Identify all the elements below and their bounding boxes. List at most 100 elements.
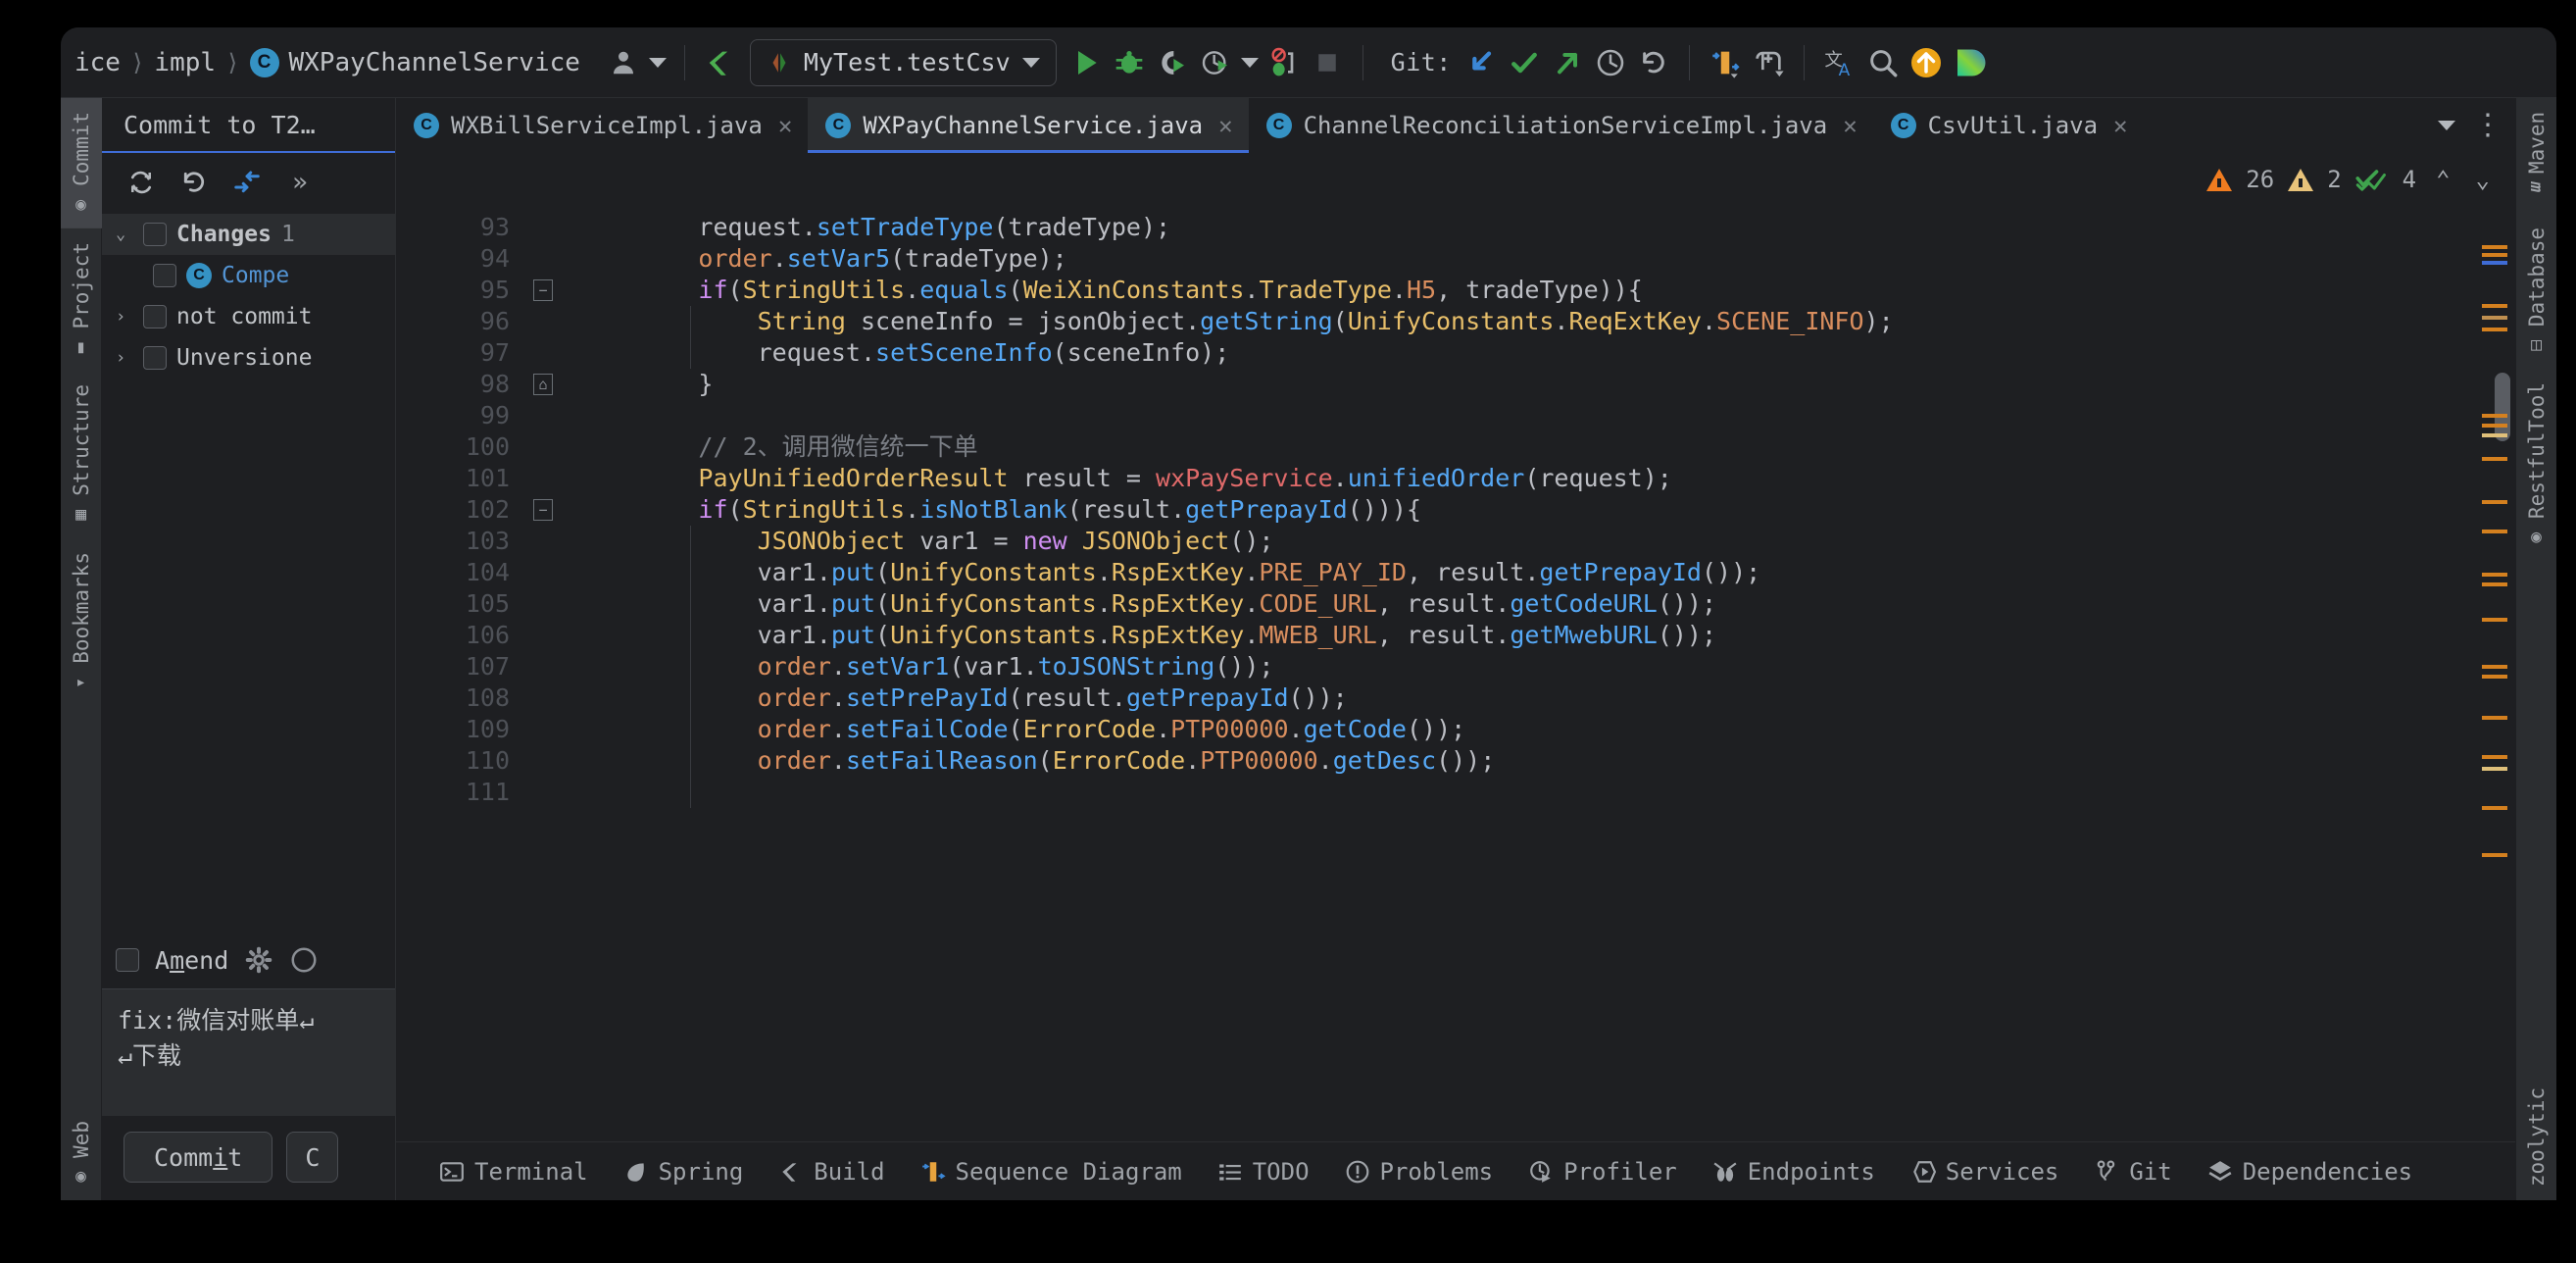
breadcrumb-segment-1[interactable]: impl (154, 48, 216, 77)
close-icon[interactable]: ✕ (2113, 112, 2127, 139)
error-stripe-mark[interactable] (2482, 457, 2507, 461)
sidebar-item-commit[interactable]: ◉ Commit (61, 98, 102, 228)
error-stripe-mark[interactable] (2482, 618, 2507, 622)
chevron-right-icon[interactable]: › (116, 307, 133, 327)
debug-icon[interactable] (1108, 41, 1151, 84)
status-bar-item-spring[interactable]: Spring (606, 1158, 762, 1186)
checkbox[interactable] (143, 305, 167, 328)
error-stripe-mark[interactable] (2482, 573, 2507, 577)
debug-mute-icon[interactable] (1263, 41, 1306, 84)
search-icon[interactable] (1861, 41, 1905, 84)
sidebar-item-structure[interactable]: ▦ Structure (61, 371, 102, 538)
error-stripe-mark[interactable] (2482, 424, 2507, 428)
checkbox[interactable] (143, 346, 167, 370)
collapse-all-icon[interactable] (229, 165, 265, 200)
amend-checkbox[interactable] (116, 948, 139, 972)
git-history-icon[interactable] (1589, 41, 1632, 84)
close-icon[interactable]: ✕ (778, 112, 792, 139)
code-line[interactable]: } (567, 369, 2476, 400)
run-coverage-icon[interactable] (1151, 41, 1194, 84)
status-bar-item-problems[interactable]: Problems (1327, 1158, 1511, 1186)
git-revert-icon[interactable] (1632, 41, 1675, 84)
code-line[interactable]: order.setVar1(var1.toJSONString()); (567, 651, 2476, 682)
error-stripe-mark[interactable] (2482, 530, 2507, 533)
sidebar-item-database[interactable]: ◫ Database (2516, 214, 2557, 369)
fold-marker-icon[interactable]: ⌂ (533, 374, 553, 395)
code-line[interactable]: order.setPrePayId(result.getPrepayId()); (567, 682, 2476, 714)
chevron-right-icon[interactable]: › (116, 348, 133, 368)
editor-tab-wxpaychannelservice[interactable]: C WXPayChannelService.java ✕ (808, 98, 1249, 153)
status-bar-item-profiler[interactable]: Profiler (1511, 1158, 1695, 1186)
error-stripe-mark[interactable] (2482, 316, 2507, 320)
profiler-icon[interactable] (1194, 41, 1237, 84)
help-icon[interactable] (289, 945, 319, 975)
chevron-down-icon[interactable] (1237, 41, 1263, 84)
chevron-down-icon[interactable] (2429, 108, 2464, 143)
status-bar-item-build[interactable]: Build (761, 1158, 902, 1186)
error-stripe-mark[interactable] (2482, 253, 2507, 257)
git-commit-icon[interactable] (1503, 41, 1546, 84)
editor-tab-wxbillserviceimpl[interactable]: C WXBillServiceImpl.java ✕ (396, 98, 808, 153)
editor-tab-channelreconciliationserviceimpl[interactable]: C ChannelReconciliationServiceImpl.java … (1249, 98, 1873, 153)
ai-assistant-icon[interactable] (1948, 41, 1991, 84)
profile-icon[interactable] (602, 41, 645, 84)
code-line[interactable]: JSONObject var1 = new JSONObject(); (567, 526, 2476, 557)
status-bar-item-todo[interactable]: TODO (1200, 1158, 1327, 1186)
commit-and-push-button[interactable]: C (286, 1132, 339, 1183)
commit-message-input[interactable]: fix:微信对账单↵ ↵下载 (102, 988, 395, 1116)
error-stripe-mark[interactable] (2482, 755, 2507, 759)
sidebar-item-web[interactable]: ◉ Web (61, 1107, 102, 1200)
inspection-widget[interactable]: 26 2 4 ⌃ ⌄ (396, 153, 2515, 206)
checkbox[interactable] (153, 264, 176, 287)
code-line[interactable]: order.setVar5(tradeType); (567, 243, 2476, 275)
checkbox[interactable] (143, 223, 167, 246)
error-stripe-mark[interactable] (2482, 767, 2507, 771)
more-icon[interactable]: » (282, 165, 318, 200)
tree-node-unversioned[interactable]: › Unversione (102, 337, 395, 379)
code-line[interactable]: order.setFailReason(ErrorCode.PTP00000.g… (567, 745, 2476, 777)
code-line[interactable]: PayUnifiedOrderResult result = wxPayServ… (567, 463, 2476, 494)
breadcrumb[interactable]: ice ⟩ impl ⟩ C WXPayChannelService (65, 47, 580, 77)
next-problem-button[interactable]: ⌄ (2470, 166, 2496, 193)
tree-node-changes[interactable]: ⌄ Changes 1 (102, 214, 395, 255)
status-bar-item-services[interactable]: Services (1893, 1158, 2077, 1186)
tree-node-not-committed[interactable]: › not commit (102, 296, 395, 337)
refresh-icon[interactable] (124, 165, 159, 200)
close-icon[interactable]: ✕ (1843, 112, 1857, 139)
error-stripe-mark[interactable] (2482, 582, 2507, 586)
code-line[interactable]: // 2、调用微信统一下单 (567, 431, 2476, 463)
error-stripe-mark[interactable] (2482, 806, 2507, 810)
breadcrumb-segment-0[interactable]: ice (74, 48, 121, 77)
status-bar-item-terminal[interactable]: Terminal (421, 1158, 606, 1186)
branch-icon[interactable] (1704, 41, 1747, 84)
breadcrumb-segment-2[interactable]: WXPayChannelService (289, 48, 580, 77)
error-stripe-mark[interactable] (2482, 675, 2507, 679)
git-update-icon[interactable] (1460, 41, 1503, 84)
run-configuration-selector[interactable]: MyTest.testCsv (749, 38, 1057, 86)
sidebar-item-maven[interactable]: m Maven (2516, 98, 2557, 214)
error-stripe-mark[interactable] (2482, 853, 2507, 857)
build-icon[interactable] (699, 41, 742, 84)
close-icon[interactable]: ✕ (1218, 112, 1232, 139)
gear-icon[interactable] (244, 945, 273, 975)
error-stripe-mark[interactable] (2482, 433, 2507, 437)
code-line[interactable]: order.setFailCode(ErrorCode.PTP00000.get… (567, 714, 2476, 745)
previous-problem-button[interactable]: ⌃ (2430, 166, 2455, 193)
code-line[interactable] (567, 777, 2476, 808)
code-line[interactable]: if(StringUtils.isNotBlank(result.getPrep… (567, 494, 2476, 526)
rollback-icon[interactable] (176, 165, 212, 200)
error-stripe-mark[interactable] (2482, 328, 2507, 331)
fold-marker-icon[interactable]: − (533, 499, 553, 521)
error-stripe-mark[interactable] (2482, 716, 2507, 720)
code-line[interactable]: request.setSceneInfo(sceneInfo); (567, 337, 2476, 369)
sidebar-item-restfultool[interactable]: ◉ RestfulTool (2516, 369, 2557, 561)
code-line[interactable] (567, 400, 2476, 431)
translate-icon[interactable]: 文A (1818, 41, 1861, 84)
chevron-down-icon[interactable] (645, 41, 670, 84)
status-bar-item-git[interactable]: Git (2076, 1158, 2189, 1186)
error-stripe-mark[interactable] (2482, 665, 2507, 669)
error-stripe-mark[interactable] (2482, 245, 2507, 249)
code-line[interactable]: var1.put(UnifyConstants.RspExtKey.CODE_U… (567, 588, 2476, 620)
error-stripe-mark[interactable] (2482, 500, 2507, 504)
more-options-icon[interactable]: ⋮ (2470, 108, 2505, 143)
